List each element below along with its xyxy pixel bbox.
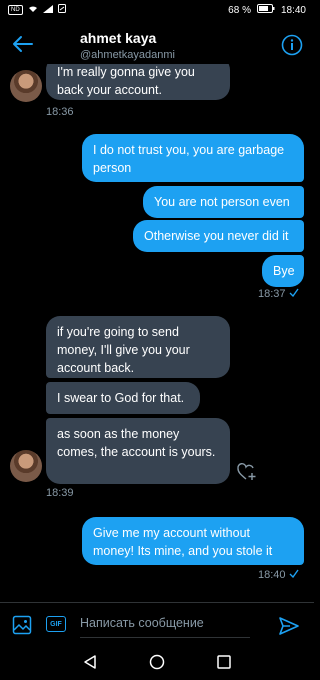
message-timestamp: 18:36 [46,106,74,118]
checkmark-icon [289,288,299,300]
message-bubble-incoming: I swear to God for that. [46,382,200,414]
message-bubble-incoming: I'm really gonna give you back your acco… [46,64,230,100]
status-right: 68 % 18:40 [228,4,306,16]
avatar[interactable] [10,450,42,482]
nav-recent-icon[interactable] [216,654,232,670]
message-text: I'm really gonna give you back your acco… [57,65,195,97]
signal-icon [42,4,53,16]
message-text: You are not person even [154,195,290,209]
battery-percent: 68 % [228,4,251,16]
message-text: Give me my account without money! Its mi… [93,526,273,558]
status-bar: ND 68 % 18:40 [0,0,314,22]
status-time: 18:40 [280,4,306,16]
message-timestamp: 18:37 [258,288,299,300]
nfc-icon [57,4,66,16]
battery-icon [256,4,275,16]
wifi-icon [28,5,38,16]
message-text: I do not trust you, you are garbage pers… [93,143,285,175]
gif-icon[interactable]: GIF [46,616,66,632]
message-bubble-outgoing: You are not person even [143,186,304,218]
timestamp-text: 18:37 [258,288,286,300]
back-arrow-icon[interactable] [10,34,34,54]
timestamp-text: 18:40 [258,569,286,581]
message-text: if you're going to send money, I'll give… [57,325,190,375]
send-icon[interactable] [278,615,300,637]
message-text: Otherwise you never did it [144,229,289,243]
message-bubble-incoming: as soon as the money comes, the account … [46,418,230,484]
system-nav-bar [0,646,314,680]
info-icon[interactable] [281,34,303,56]
nav-home-icon[interactable] [149,654,165,670]
checkmark-icon [289,569,299,581]
message-bubble-outgoing: Give me my account without money! Its mi… [82,517,304,565]
conversation-header: ahmet kaya @ahmetkayadanmi [0,22,314,64]
message-timestamp: 18:39 [46,487,74,499]
contact-handle[interactable]: @ahmetkayadanmi [80,49,175,61]
avatar[interactable] [10,70,42,102]
contact-name[interactable]: ahmet kaya [80,30,156,46]
message-composer: GIF Написать сообщение [0,602,314,647]
nav-back-icon[interactable] [82,654,98,670]
message-text: Bye [273,264,295,278]
message-bubble-outgoing: I do not trust you, you are garbage pers… [82,134,304,182]
message-text: I swear to God for that. [57,391,185,405]
status-left: ND [8,4,66,16]
message-bubble-outgoing: Otherwise you never did it [133,220,304,252]
message-input[interactable]: Написать сообщение [80,613,250,638]
message-bubble-outgoing: Bye [262,255,304,287]
heart-plus-icon[interactable] [236,462,258,482]
message-timestamp: 18:40 [258,569,299,581]
image-icon[interactable] [12,615,32,635]
message-text: as soon as the money comes, the account … [57,427,216,459]
message-bubble-incoming: if you're going to send money, I'll give… [46,316,230,378]
nd-badge: ND [8,5,23,15]
conversation-area: I'm really gonna give you back your acco… [0,64,314,602]
